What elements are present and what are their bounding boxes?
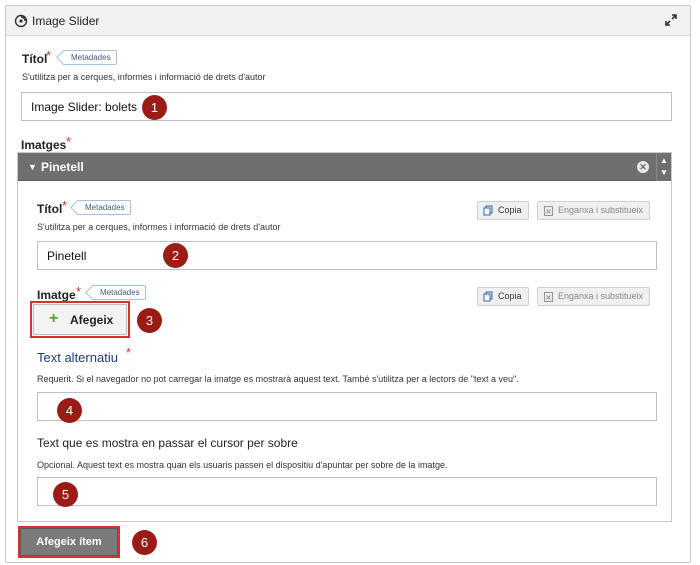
titol-help: S'utilitza per a cerques, informes i inf… xyxy=(22,72,266,82)
plus-icon: + xyxy=(49,310,59,327)
imatge-label: Imatge xyxy=(37,288,76,302)
required-mark: * xyxy=(66,134,72,149)
required-mark: * xyxy=(76,284,82,299)
alt-text-help: Requerit. Si el navegador no pot carrega… xyxy=(37,374,519,384)
hover-text-input[interactable] xyxy=(37,477,657,506)
move-up-icon[interactable]: ▲ xyxy=(660,156,668,165)
alt-text-input[interactable] xyxy=(37,392,657,421)
paste-icon xyxy=(543,205,554,216)
metadata-badge[interactable]: Metadades xyxy=(62,50,117,65)
item-title: Pinetell xyxy=(41,160,84,174)
editor-titlebar: Image Slider xyxy=(6,6,690,36)
remove-item-icon[interactable]: ✕ xyxy=(637,161,649,173)
add-image-button[interactable]: + Afegeix xyxy=(33,304,127,335)
callout-3: 3 xyxy=(137,308,162,333)
copy-button[interactable]: Copia xyxy=(477,287,529,306)
callout-4: 4 xyxy=(57,398,82,423)
hover-text-label: Text que es mostra en passar el cursor p… xyxy=(37,436,298,450)
metadata-badge[interactable]: Metadades xyxy=(91,285,146,300)
hover-text-help: Opcional. Aquest text es mostra quan els… xyxy=(37,460,448,470)
item-titol-label: Títol xyxy=(37,202,63,216)
slider-icon xyxy=(14,14,28,28)
titol-label: Títol xyxy=(22,52,48,66)
callout-2: 2 xyxy=(163,243,188,268)
titol-input[interactable]: Image Slider: bolets xyxy=(21,92,672,121)
callout-6: 6 xyxy=(132,530,157,555)
expand-icon[interactable] xyxy=(664,13,678,27)
collapse-caret-icon[interactable]: ▼ xyxy=(28,162,37,172)
copy-icon xyxy=(483,205,493,216)
callout-5: 5 xyxy=(53,482,78,507)
paste-replace-button[interactable]: Enganxa i substitueix xyxy=(537,201,651,220)
required-mark: * xyxy=(46,48,52,63)
item-titol-input[interactable]: Pinetell xyxy=(37,241,657,270)
item-titol-help: S'utilitza per a cerques, informes i inf… xyxy=(37,222,281,232)
copy-button[interactable]: Copia xyxy=(477,201,529,220)
item-header[interactable]: ▼ Pinetell ✕ ▲ ▼ xyxy=(18,153,671,181)
required-mark: * xyxy=(62,198,68,213)
metadata-badge[interactable]: Metadades xyxy=(76,200,131,215)
callout-1: 1 xyxy=(142,95,167,120)
paste-icon xyxy=(543,291,554,302)
reorder-control[interactable]: ▲ ▼ xyxy=(656,153,670,181)
add-item-button[interactable]: Afegeix ítem xyxy=(20,528,118,556)
paste-replace-button[interactable]: Enganxa i substitueix xyxy=(537,287,651,306)
move-down-icon[interactable]: ▼ xyxy=(660,168,668,177)
editor-title: Image Slider xyxy=(32,14,100,28)
required-mark: * xyxy=(126,345,132,360)
alt-text-label: Text alternatiu xyxy=(37,350,118,365)
imatges-label: Imatges xyxy=(21,138,67,152)
copy-icon xyxy=(483,291,493,302)
